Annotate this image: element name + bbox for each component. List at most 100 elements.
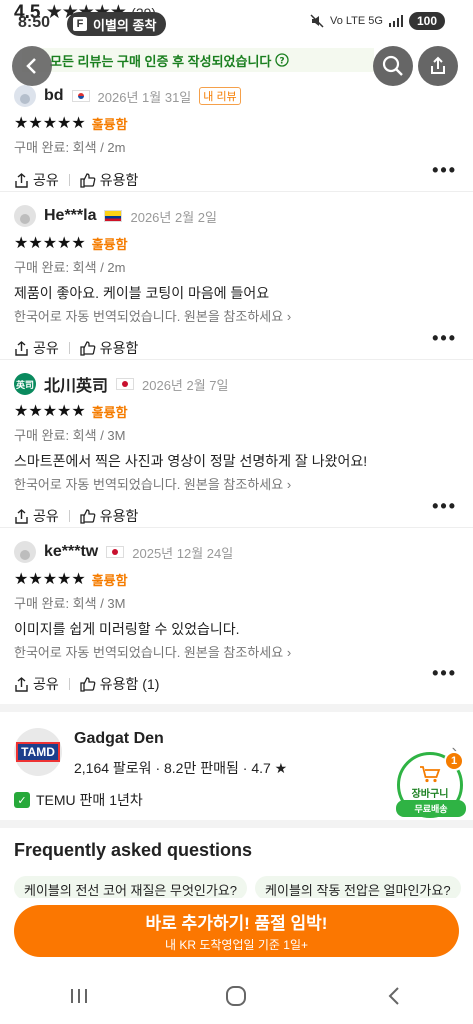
star-rating: ★★★★★ bbox=[14, 571, 86, 588]
helpful-button[interactable]: 유용함 (1) bbox=[80, 674, 159, 694]
flag-jp-icon bbox=[116, 378, 135, 390]
review-date: 2025년 12월 24일 bbox=[132, 545, 234, 561]
app-pill-label: 이별의 종착 bbox=[93, 17, 157, 33]
translation-notice[interactable]: 한국어로 자동 번역되었습니다. 원본을 참조하세요 › bbox=[14, 474, 459, 496]
mute-icon bbox=[310, 14, 324, 28]
home-button[interactable] bbox=[206, 976, 266, 1016]
faq-chip[interactable]: 케이블의 작동 전압은 얼마인가요? bbox=[255, 876, 461, 900]
helpful-button[interactable]: 유용함 bbox=[80, 506, 139, 526]
flag-jp-icon bbox=[106, 546, 125, 558]
cta-sub-label: 내 KR 도착영업일 기준 1일+ bbox=[164, 938, 309, 952]
flag-co-icon bbox=[104, 210, 123, 222]
avatar[interactable] bbox=[14, 205, 36, 227]
store-logo[interactable]: TAMD bbox=[14, 728, 62, 776]
system-back-button[interactable] bbox=[364, 976, 424, 1016]
status-bar: 4.5 ★★★★★ (29) 8:50 F 이별의 종착 Vo LTE 5G 1… bbox=[0, 0, 473, 46]
thumbs-up-icon bbox=[80, 341, 96, 356]
thumbs-up-icon bbox=[80, 677, 96, 692]
back-chevron-icon bbox=[388, 987, 399, 1005]
share-icon bbox=[15, 172, 28, 188]
share-button[interactable]: 공유 bbox=[14, 506, 59, 526]
divider bbox=[68, 342, 70, 354]
review-rating: ★★★★★ 훌륭함 bbox=[14, 110, 459, 136]
share-label: 공유 bbox=[33, 676, 59, 692]
cta-main-label: 바로 추가하기! 품절 임박! bbox=[145, 914, 328, 933]
search-icon bbox=[382, 55, 403, 76]
clock: 8:50 bbox=[18, 14, 51, 31]
share-button[interactable]: 공유 bbox=[14, 674, 59, 694]
seller-tenure-label: TEMU 판매 1년차 bbox=[36, 792, 143, 808]
flag-kr-icon bbox=[71, 90, 90, 102]
helpful-label: 유용함 bbox=[99, 508, 139, 524]
system-nav-bar bbox=[0, 968, 473, 1024]
more-options-icon[interactable]: ••• bbox=[432, 328, 457, 349]
more-options-icon[interactable]: ••• bbox=[432, 663, 457, 684]
share-button[interactable]: 공유 bbox=[14, 170, 59, 190]
store-name[interactable]: Gadgat Den bbox=[74, 730, 164, 748]
search-button[interactable] bbox=[373, 46, 413, 86]
share-icon bbox=[15, 676, 28, 692]
reviewer-name[interactable]: 北川英司 bbox=[44, 372, 108, 396]
app-icon: F bbox=[73, 17, 87, 31]
recent-apps-button[interactable] bbox=[49, 976, 109, 1016]
share-label: 공유 bbox=[33, 508, 59, 524]
signal-icon bbox=[388, 15, 403, 27]
more-options-icon[interactable]: ••• bbox=[432, 160, 457, 181]
rating-grade: 훌륭함 bbox=[91, 572, 128, 588]
avatar[interactable] bbox=[14, 541, 36, 563]
back-button[interactable] bbox=[12, 46, 52, 86]
free-shipping-badge: 무료배송 bbox=[396, 800, 466, 817]
review-list: bd 2026년 1월 31일 내 리뷰 ★★★★★ 훌륭함 구매 완료: 회색… bbox=[0, 82, 473, 694]
rating-grade: 훌륭함 bbox=[91, 404, 128, 420]
review-rating: ★★★★★ 훌륭함 bbox=[14, 398, 459, 424]
translation-notice[interactable]: 한국어로 자동 번역되었습니다. 원본을 참조하세요 › bbox=[14, 642, 459, 664]
translation-notice[interactable]: 한국어로 자동 번역되었습니다. 원본을 참조하세요 › bbox=[14, 306, 459, 328]
divider bbox=[68, 174, 70, 186]
recent-apps-icon bbox=[70, 989, 87, 1003]
review-item: 英司 北川英司 2026년 2월 7일 ★★★★★ 훌륭함 구매 완료: 회색 … bbox=[0, 360, 473, 528]
app-notification-pill[interactable]: F 이별의 종착 bbox=[67, 12, 167, 36]
reviewer-name[interactable]: ke***tw bbox=[44, 543, 98, 561]
store-logo-text: TAMD bbox=[16, 742, 60, 762]
info-circle-icon[interactable]: ? bbox=[275, 53, 290, 67]
helpful-button[interactable]: 유용함 bbox=[80, 170, 139, 190]
faq-chip[interactable]: 케이블의 전선 코어 재질은 무엇인가요? bbox=[14, 876, 248, 900]
cart-count-badge: 1 bbox=[444, 751, 464, 771]
helpful-button[interactable]: 유용함 bbox=[80, 338, 139, 358]
review-header: 英司 北川英司 2026년 2월 7일 bbox=[14, 370, 459, 398]
add-to-cart-button[interactable]: 바로 추가하기! 품절 임박! 내 KR 도착영업일 기준 1일+ bbox=[14, 905, 459, 957]
share-icon bbox=[15, 340, 28, 356]
purchase-info: 구매 완료: 회색 / 2m bbox=[14, 140, 126, 155]
avatar[interactable]: 英司 bbox=[14, 373, 36, 395]
share-button[interactable]: 공유 bbox=[14, 338, 59, 358]
divider bbox=[68, 510, 70, 522]
rating-grade: 훌륭함 bbox=[91, 236, 128, 252]
divider bbox=[68, 678, 70, 690]
share-label: 공유 bbox=[33, 172, 59, 188]
more-options-icon[interactable]: ••• bbox=[432, 496, 457, 517]
review-item: bd 2026년 1월 31일 내 리뷰 ★★★★★ 훌륭함 구매 완료: 회색… bbox=[0, 82, 473, 192]
svg-text:?: ? bbox=[280, 57, 285, 67]
section-divider bbox=[0, 704, 473, 712]
cta-bar: 바로 추가하기! 품절 임박! 내 KR 도착영업일 기준 1일+ bbox=[0, 898, 473, 968]
seller-tenure: ✓ TEMU 판매 1년차 bbox=[14, 790, 143, 810]
store-stats: 2,164 팔로워 · 8.2만 판매됨 · 4.7 ★ bbox=[74, 760, 288, 776]
reviewer-name[interactable]: He***la bbox=[44, 207, 96, 225]
avatar[interactable] bbox=[14, 85, 36, 107]
review-text: 이미지를 쉽게 미러링할 수 있었습니다. bbox=[14, 621, 240, 637]
cart-icon bbox=[420, 766, 441, 783]
faq-chip-row: 케이블의 전선 코어 재질은 무엇인가요? 케이블의 작동 전압은 얼마인가요? bbox=[14, 876, 461, 900]
review-header: He***la 2026년 2월 2일 bbox=[14, 202, 459, 230]
review-text: 스마트폰에서 찍은 사진과 영상이 정말 선명하게 잘 나왔어요! bbox=[14, 453, 368, 469]
review-actions: 공유 유용함 (1) bbox=[14, 664, 459, 704]
share-top-button[interactable] bbox=[418, 46, 458, 86]
helpful-label: 유용함 bbox=[99, 172, 139, 188]
verified-notice-text: 모든 리뷰는 구매 인증 후 작성되었습니다 bbox=[50, 53, 272, 69]
verified-notice: 모든 리뷰는 구매 인증 후 작성되었습니다 ? bbox=[22, 48, 374, 72]
section-divider bbox=[0, 820, 473, 828]
helpful-label: 유용함 bbox=[99, 340, 139, 356]
cart-button[interactable]: 장바구니 무료배송 1 bbox=[396, 751, 466, 818]
back-arrow-icon bbox=[26, 58, 36, 74]
reviewer-name[interactable]: bd bbox=[44, 87, 64, 105]
review-item: ke***tw 2025년 12월 24일 ★★★★★ 훌륭함 구매 완료: 회… bbox=[0, 528, 473, 694]
